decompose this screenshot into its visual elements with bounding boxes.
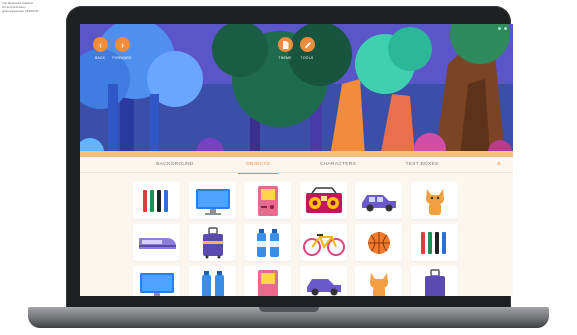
markers-icon	[420, 231, 446, 254]
object-card-basketball[interactable]	[355, 224, 402, 261]
app-screen: ‹ BACK › FORWARD THEME TOOLS BACKGROUND …	[80, 24, 513, 296]
forward-label: FORWARD	[112, 56, 132, 60]
window-dot	[504, 27, 507, 30]
game-console-icon	[257, 269, 278, 296]
object-card-water-bottles-2[interactable]	[189, 266, 236, 296]
object-card-car-2[interactable]	[300, 266, 347, 296]
object-card-car[interactable]	[355, 182, 402, 219]
object-card-monitor[interactable]	[189, 182, 236, 219]
object-card-train[interactable]	[133, 224, 180, 261]
forward-button[interactable]: ›	[115, 37, 130, 52]
theme-button[interactable]	[278, 37, 293, 52]
laptop-mockup: The Illustrated Jukebox Art and Animatio…	[0, 0, 577, 335]
document-icon	[283, 40, 289, 49]
chevron-left-icon: ‹	[99, 39, 102, 50]
game-console-icon	[257, 185, 278, 216]
tools-button[interactable]	[300, 37, 315, 52]
asset-tabs: BACKGROUND OBJECTS CHARACTERS TEXT BOXES…	[80, 157, 513, 174]
pencil-icon	[304, 41, 311, 48]
suitcase-icon	[424, 268, 445, 296]
water-bottles-icon	[201, 270, 224, 296]
train-icon	[138, 237, 176, 249]
object-card-cat[interactable]	[411, 182, 458, 219]
tab-characters[interactable]: CHARACTERS	[314, 157, 362, 173]
caption-line-3: grant agreement SPF09-00	[2, 9, 39, 13]
object-card-markers-2[interactable]	[411, 224, 458, 261]
object-card-suitcase[interactable]	[189, 224, 236, 261]
object-card-monitor-2[interactable]	[133, 266, 180, 296]
basketball-icon	[367, 231, 390, 254]
tab-background[interactable]: BACKGROUND	[150, 157, 200, 173]
boombox-icon	[305, 186, 342, 213]
chevron-right-icon: ›	[121, 39, 124, 50]
forest-illustration	[80, 24, 513, 157]
suitcase-icon	[202, 226, 223, 258]
tab-text-boxes[interactable]: TEXT BOXES	[398, 157, 446, 173]
corner-caption: The Illustrated Jukebox Art and Animatio…	[2, 1, 38, 13]
laptop-notch	[259, 307, 319, 312]
object-card-markers[interactable]	[133, 182, 180, 219]
tools-label: TOOLS	[300, 56, 314, 60]
object-card-bicycle[interactable]	[300, 224, 347, 261]
close-panel-button[interactable]: ×	[497, 157, 501, 173]
car-icon	[306, 278, 341, 295]
window-dots	[498, 27, 507, 30]
cat-icon	[425, 188, 444, 215]
window-dot	[498, 27, 501, 30]
back-button[interactable]: ‹	[93, 37, 108, 52]
monitor-icon	[195, 188, 230, 215]
markers-icon	[142, 189, 168, 212]
forest-scene-canvas[interactable]: ‹ BACK › FORWARD THEME TOOLS	[80, 24, 513, 157]
monitor-icon	[139, 272, 174, 296]
object-card-water-bottles[interactable]	[244, 224, 291, 261]
object-card-game-console[interactable]	[244, 182, 291, 219]
object-card-suitcase-2[interactable]	[411, 266, 458, 296]
car-icon	[361, 194, 396, 211]
object-card-cat-2[interactable]	[355, 266, 402, 296]
cat-icon	[369, 272, 388, 296]
object-card-game-console-2[interactable]	[244, 266, 291, 296]
tab-objects[interactable]: OBJECTS	[238, 157, 278, 174]
water-bottles-icon	[256, 228, 279, 257]
object-card-boombox[interactable]	[300, 182, 347, 219]
bicycle-icon	[302, 233, 345, 256]
